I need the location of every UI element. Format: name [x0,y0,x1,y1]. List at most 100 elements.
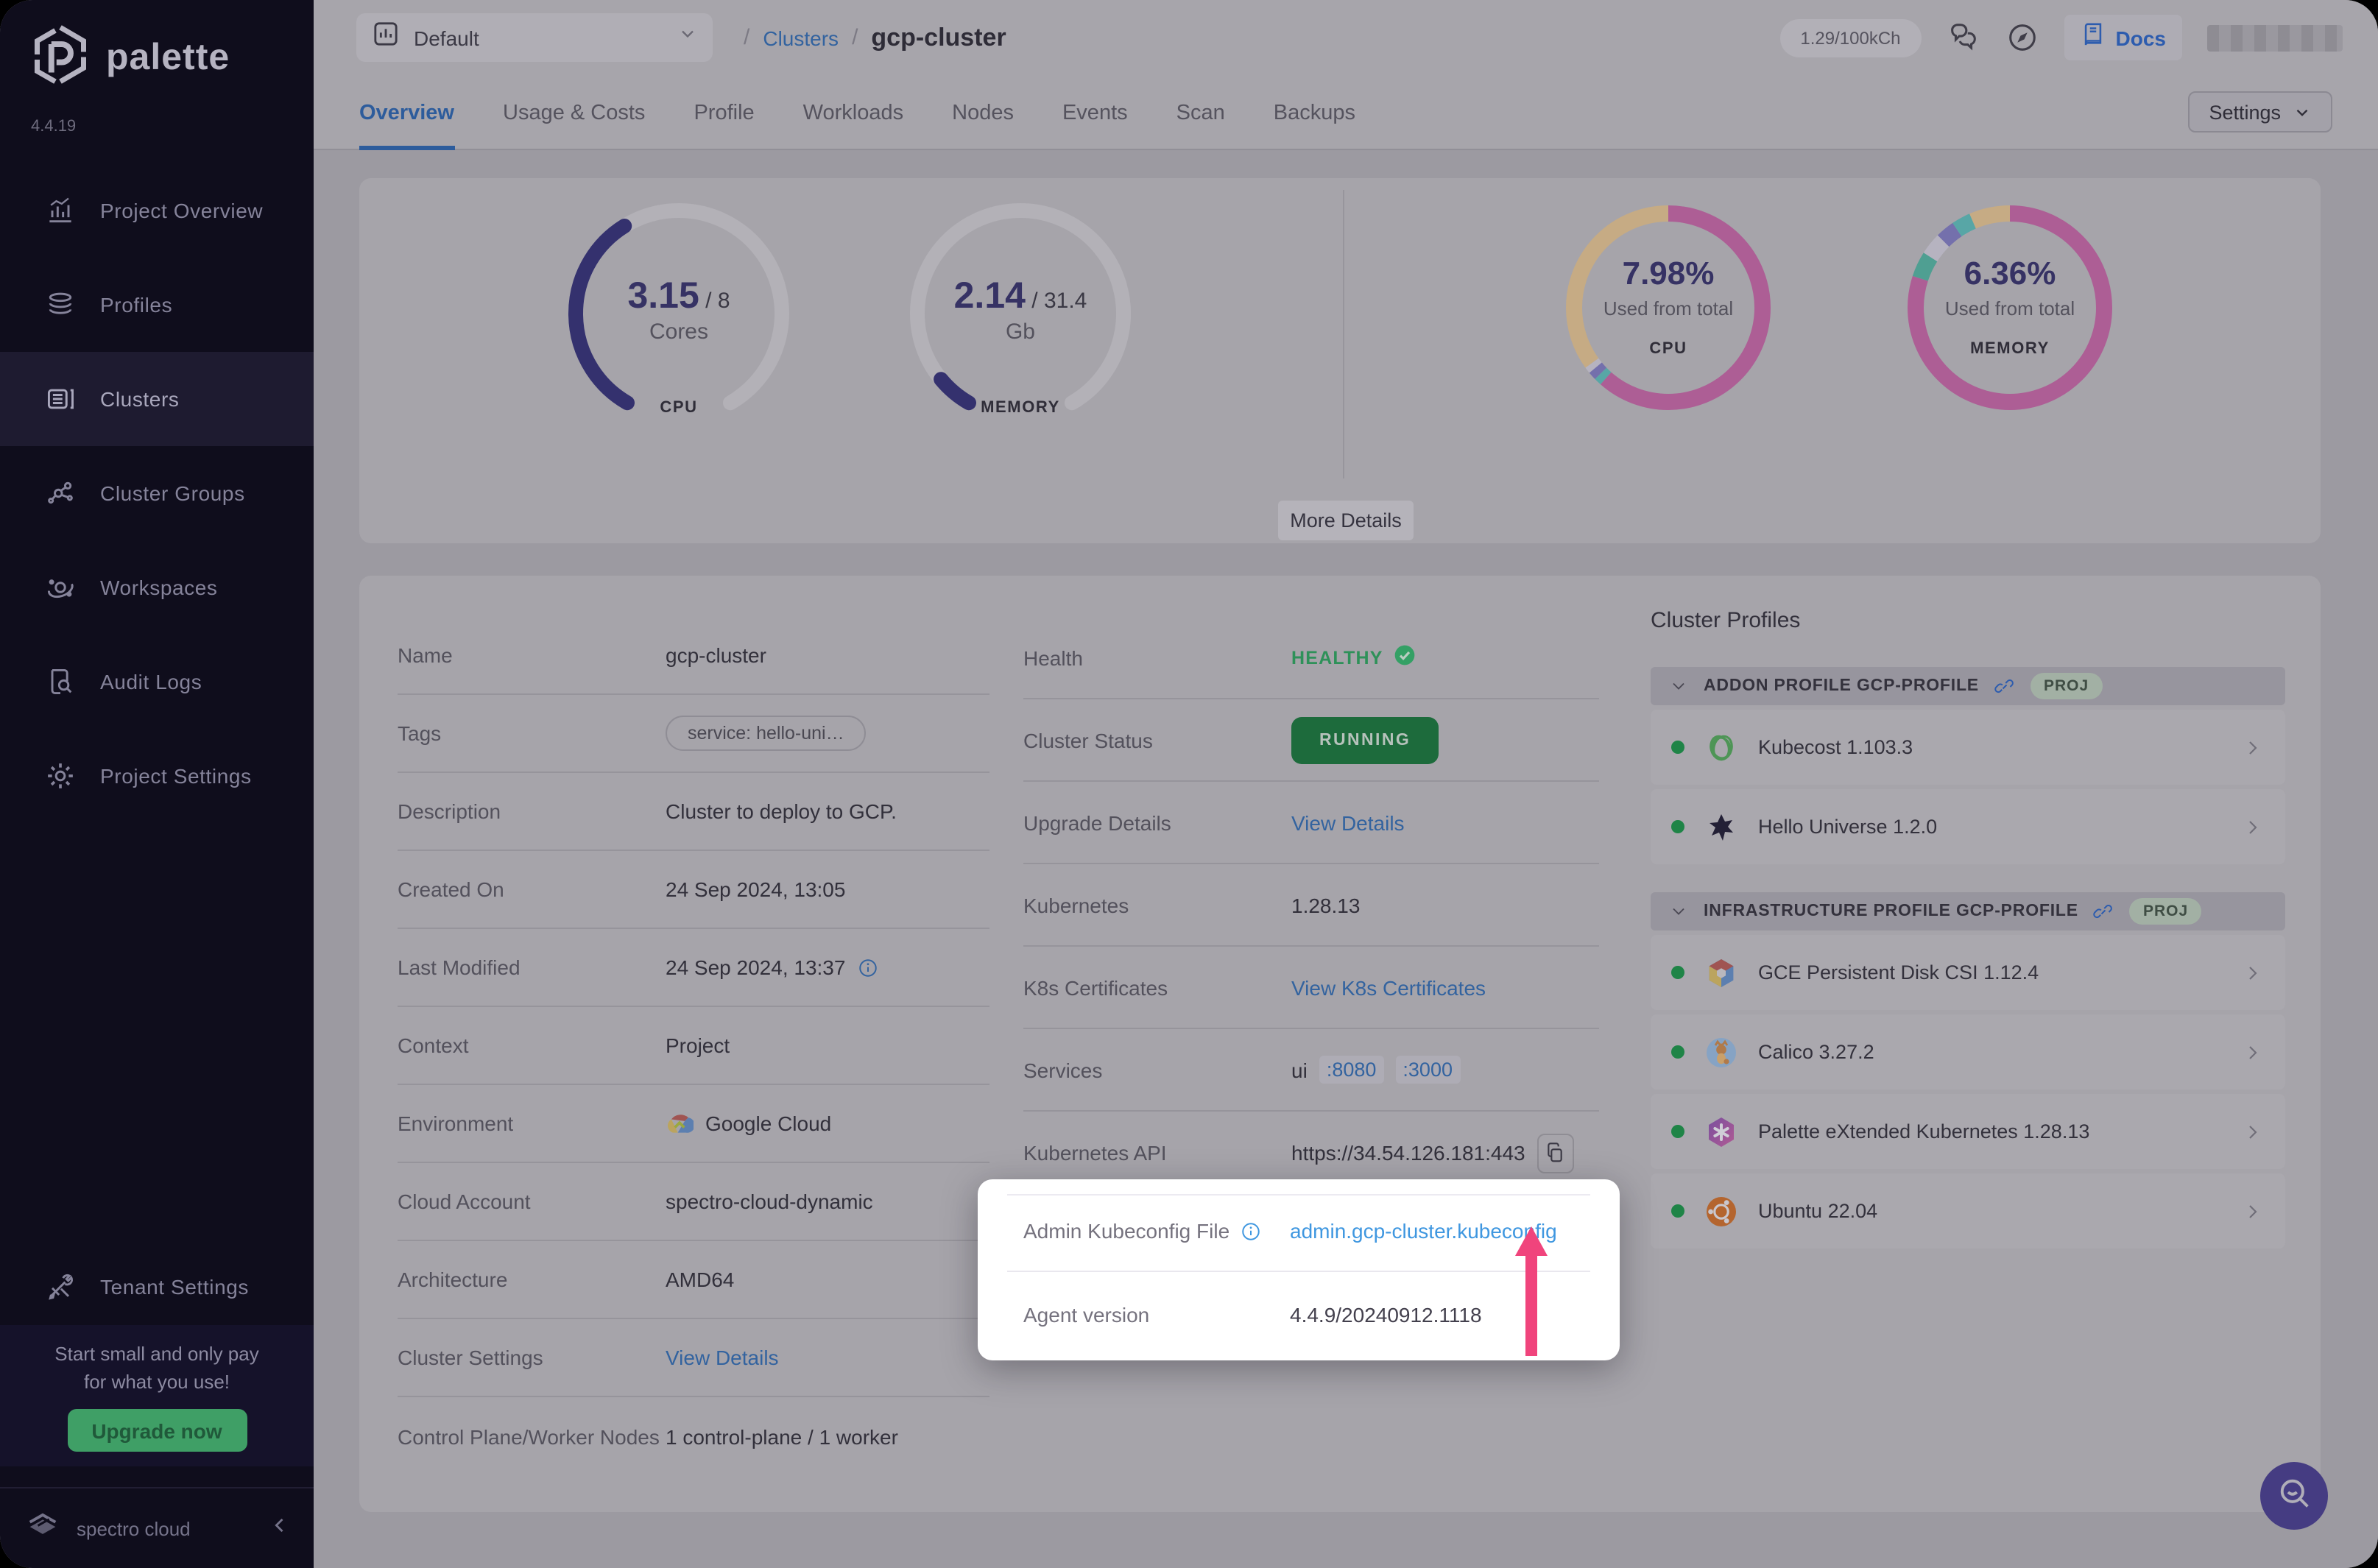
pack-row-calico[interactable]: Calico 3.27.2 [1651,1014,2285,1090]
user-menu-redacted[interactable] [2207,24,2343,51]
copy-icon[interactable] [1537,1133,1574,1173]
detail-row: Created On24 Sep 2024, 13:05 [398,851,989,929]
detail-row: EnvironmentGoogle Cloud [398,1085,989,1163]
sidebar-item-label: Clusters [100,387,180,411]
profile-section-header[interactable]: ADDON PROFILE GCP-PROFILEPROJ [1651,667,2285,705]
sidebar-item-project-settings[interactable]: Project Settings [0,729,314,823]
service-port-link[interactable]: :8080 [1319,1056,1384,1084]
tab-nodes[interactable]: Nodes [952,75,1014,150]
sidebar-item-project-overview[interactable]: Project Overview [0,163,314,258]
more-details-button[interactable]: More Details [1278,501,1414,540]
sidebar-item-label: Audit Logs [100,670,202,693]
main-area: Default / Clusters / gcp-cluster 1.29/10… [314,0,2378,1568]
tab-workloads[interactable]: Workloads [803,75,903,150]
tab-backups[interactable]: Backups [1274,75,1355,150]
search-smile-icon [2275,1473,2313,1519]
detail-value: RUNNING [1291,716,1439,763]
book-icon [2081,21,2106,54]
sidebar-item-audit-logs[interactable]: Audit Logs [0,635,314,729]
detail-value: View K8s Certificates [1291,975,1486,999]
detail-value: 1 control-plane / 1 worker [666,1424,898,1448]
breadcrumb: / Clusters / gcp-cluster [744,0,1006,75]
kubecost-logo-icon [1704,730,1739,765]
collapse-sidebar-icon[interactable] [269,1514,290,1542]
detail-row: HealthHEALTHY [1023,617,1599,699]
detail-row: Cluster SettingsView Details [398,1319,989,1397]
breadcrumb-separator: / [852,25,858,50]
chevron-right-icon [2241,735,2265,759]
profile-section-name: ADDON PROFILE GCP-PROFILE [1704,677,1979,695]
doc-search-icon [44,665,77,698]
sidebar-item-profiles[interactable]: Profiles [0,258,314,352]
detail-label: Cluster Settings [398,1346,666,1369]
donut-value: 7.98%Used from totalCPU [1550,255,1786,358]
profile-section-header[interactable]: INFRASTRUCTURE PROFILE GCP-PROFILEPROJ [1651,892,2285,930]
sidebar-item-cluster-groups[interactable]: Cluster Groups [0,446,314,540]
gauge-memory: 2.14 / 31.4GbMEMORY [903,190,1138,425]
link-icon [1994,675,2016,697]
upgrade-now-button[interactable]: Upgrade now [67,1409,247,1452]
donut-value: 6.36%Used from totalMEMORY [1892,255,2128,358]
sidebar-item-workspaces[interactable]: Workspaces [0,540,314,635]
detail-row: Upgrade DetailsView Details [1023,782,1599,864]
chevron-down-icon [1668,901,1689,922]
breadcrumb-link-clusters[interactable]: Clusters [763,26,839,49]
service-port-link[interactable]: :3000 [1395,1056,1460,1084]
network-icon [44,477,77,509]
pack-row-kubecost[interactable]: Kubecost 1.103.3 [1651,710,2285,785]
detail-label: Name [398,643,666,667]
status-dot [1671,1204,1684,1218]
check-circle-icon [1394,643,1417,671]
docs-button[interactable]: Docs [2064,15,2182,60]
screen: palette 4.4.19 Project OverviewProfilesC… [0,0,2378,1568]
tabs: Overview Usage & Costs Profile Workloads Nod… [359,75,1355,150]
tab-events[interactable]: Events [1062,75,1128,150]
card-divider [1343,190,1344,478]
view-details-link[interactable]: View Details [1291,811,1405,834]
pack-row-gce[interactable]: GCE Persistent Disk CSI 1.12.4 [1651,935,2285,1010]
chevron-down-icon [677,24,698,52]
settings-button[interactable]: Settings [2188,91,2332,133]
view-details-link[interactable]: View K8s Certificates [1291,975,1486,999]
info-icon [857,956,879,978]
palette-logo-icon [29,24,91,93]
detail-value: HEALTHY [1291,643,1417,671]
detail-value: https://34.54.126.181:443 [1291,1133,1574,1173]
link-icon [2093,900,2115,922]
detail-value: gcp-cluster [666,643,766,667]
layers-icon [44,289,77,321]
pack-row-pxk[interactable]: Palette eXtended Kubernetes 1.28.13 [1651,1094,2285,1169]
spotlight-label: Agent version [1023,1303,1290,1327]
pack-row-ubuntu[interactable]: Ubuntu 22.04 [1651,1173,2285,1249]
detail-row: Kubernetes1.28.13 [1023,864,1599,947]
chevron-right-icon [2241,1040,2265,1064]
upgrade-text-line2: for what you use! [0,1368,314,1396]
view-details-link[interactable]: View Details [666,1346,779,1369]
sidebar-item-tenant-settings[interactable]: Tenant Settings [0,1240,314,1334]
tab-scan[interactable]: Scan [1176,75,1225,150]
chat-icon[interactable] [1947,21,1980,54]
sidebar-nav: Project OverviewProfiles Clusters Cluster … [0,163,314,823]
cluster-details-card: Namegcp-clusterTagsservice: hello-uni…De… [359,576,2321,1512]
detail-row: DescriptionCluster to deploy to GCP. [398,773,989,851]
donut-memory: 6.36%Used from totalMEMORY [1892,190,2128,425]
detail-label: Upgrade Details [1023,811,1291,834]
calico-logo-icon [1704,1034,1739,1070]
spotlight-value: 4.4.9/20240912.1118 [1290,1303,1482,1327]
sidebar-item-clusters[interactable]: Clusters [0,352,314,446]
tab-profile[interactable]: Profile [694,75,754,150]
detail-label: Services [1023,1058,1291,1081]
project-selector-dropdown[interactable]: Default [356,13,713,62]
search-fab[interactable] [2260,1462,2328,1530]
tools-icon [44,1271,77,1303]
gear-icon [44,760,77,792]
compass-icon[interactable] [2005,21,2039,54]
tab-usage-costs[interactable]: Usage & Costs [503,75,645,150]
tab-overview[interactable]: Overview [359,75,454,150]
donut-cpu: 7.98%Used from totalCPU [1550,190,1786,425]
detail-label: Environment [398,1112,666,1135]
credits-badge[interactable]: 1.29/100kCh [1779,18,1921,57]
gauge-cpu: 3.15 / 8CoresCPU [561,190,797,425]
pack-row-hello-universe[interactable]: Hello Universe 1.2.0 [1651,789,2285,864]
ubuntu-logo-icon [1704,1193,1739,1229]
